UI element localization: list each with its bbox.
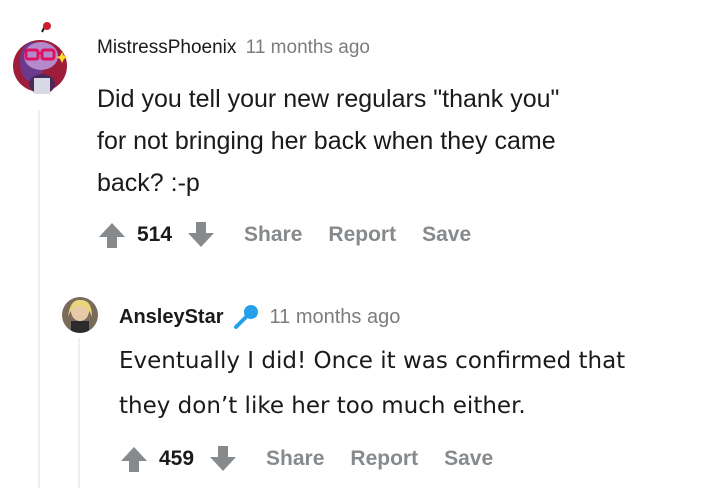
comment-body: Eventually I did! Once it was confirmed …	[119, 339, 625, 429]
comment-meta: AnsleyStar 11 months ago	[119, 303, 400, 331]
comment-body: Did you tell your new regulars "thank yo…	[97, 78, 559, 204]
share-button[interactable]: Share	[266, 447, 324, 471]
vote-score: 459	[159, 447, 195, 470]
comment-author[interactable]: MistressPhoenix	[97, 37, 236, 58]
comment-body-line: Did you tell your new regulars "thank yo…	[97, 85, 560, 113]
comment-body-line: for not bringing her back when they came	[97, 127, 556, 155]
downvote-arrow-icon[interactable]	[186, 220, 216, 250]
comment-timestamp[interactable]: 11 months ago	[270, 306, 401, 329]
save-button[interactable]: Save	[444, 447, 493, 471]
comment-body-line: Eventually I did! Once it was confirmed …	[119, 348, 626, 374]
snoo-avatar-graphic	[13, 22, 68, 94]
comment-actions: 514 Share Report Save	[97, 220, 471, 250]
comment-author[interactable]: AnsleyStar	[119, 306, 224, 329]
comment-body-line: they don’t like her too much either.	[119, 393, 526, 419]
user-photo-avatar[interactable]	[62, 297, 98, 333]
report-button[interactable]: Report	[328, 223, 396, 247]
comment-meta: MistressPhoenix 11 months ago	[97, 37, 370, 59]
snoo-avatar-icon[interactable]	[12, 22, 68, 94]
comment-actions: 459 Share Report Save	[119, 444, 493, 474]
microphone-icon	[232, 303, 260, 331]
share-button[interactable]: Share	[244, 223, 302, 247]
upvote-arrow-icon[interactable]	[97, 220, 127, 250]
user-photo-graphic	[62, 297, 98, 333]
vote-score: 514	[137, 223, 173, 246]
save-button[interactable]: Save	[422, 223, 471, 247]
downvote-arrow-icon[interactable]	[208, 444, 238, 474]
thread-line-reply[interactable]	[78, 338, 80, 488]
report-button[interactable]: Report	[350, 447, 418, 471]
upvote-arrow-icon[interactable]	[119, 444, 149, 474]
comment-timestamp[interactable]: 11 months ago	[246, 37, 370, 58]
thread-line-parent[interactable]	[38, 110, 40, 488]
comment-body-line: back? :-p	[97, 169, 200, 197]
